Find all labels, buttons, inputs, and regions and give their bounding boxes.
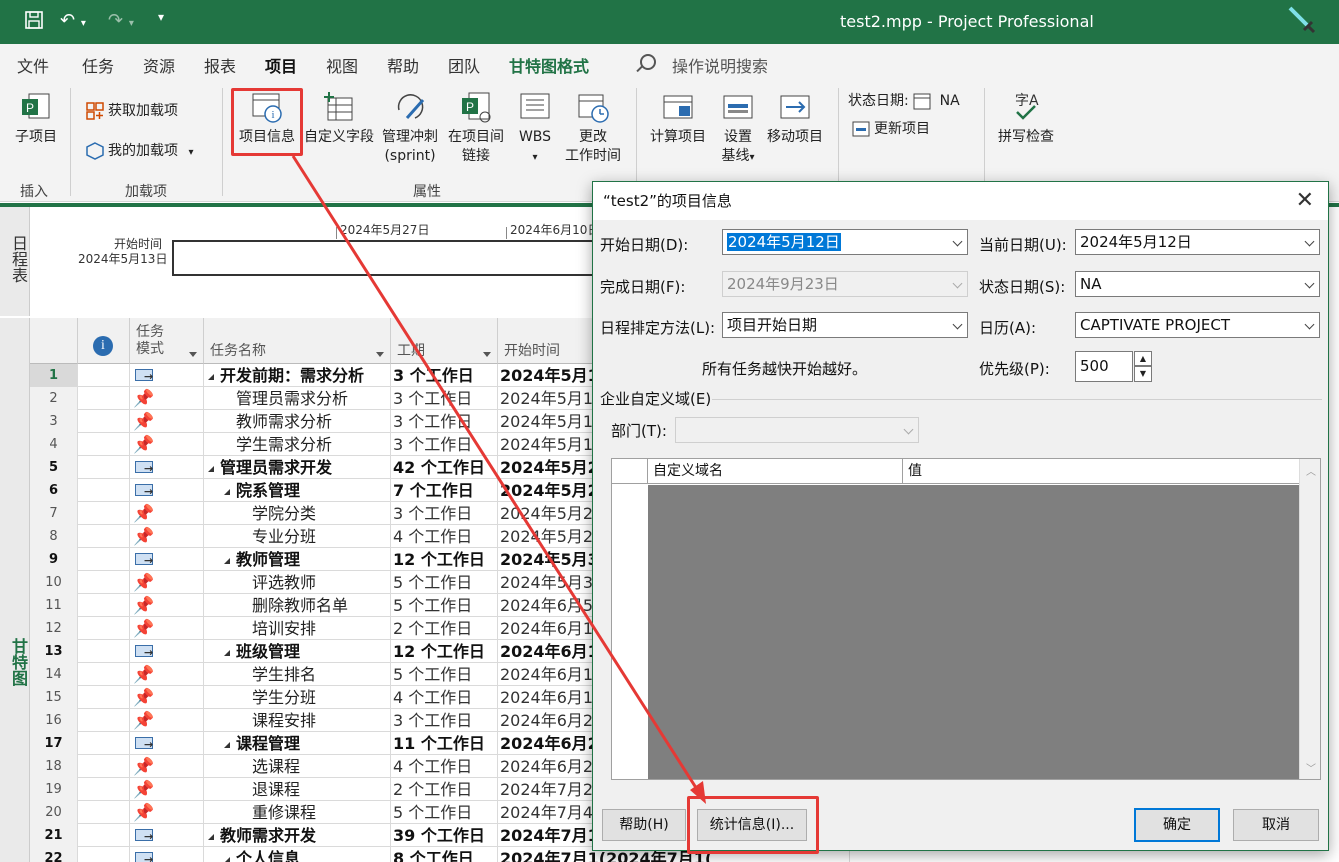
annotation-arrow (291, 155, 706, 804)
